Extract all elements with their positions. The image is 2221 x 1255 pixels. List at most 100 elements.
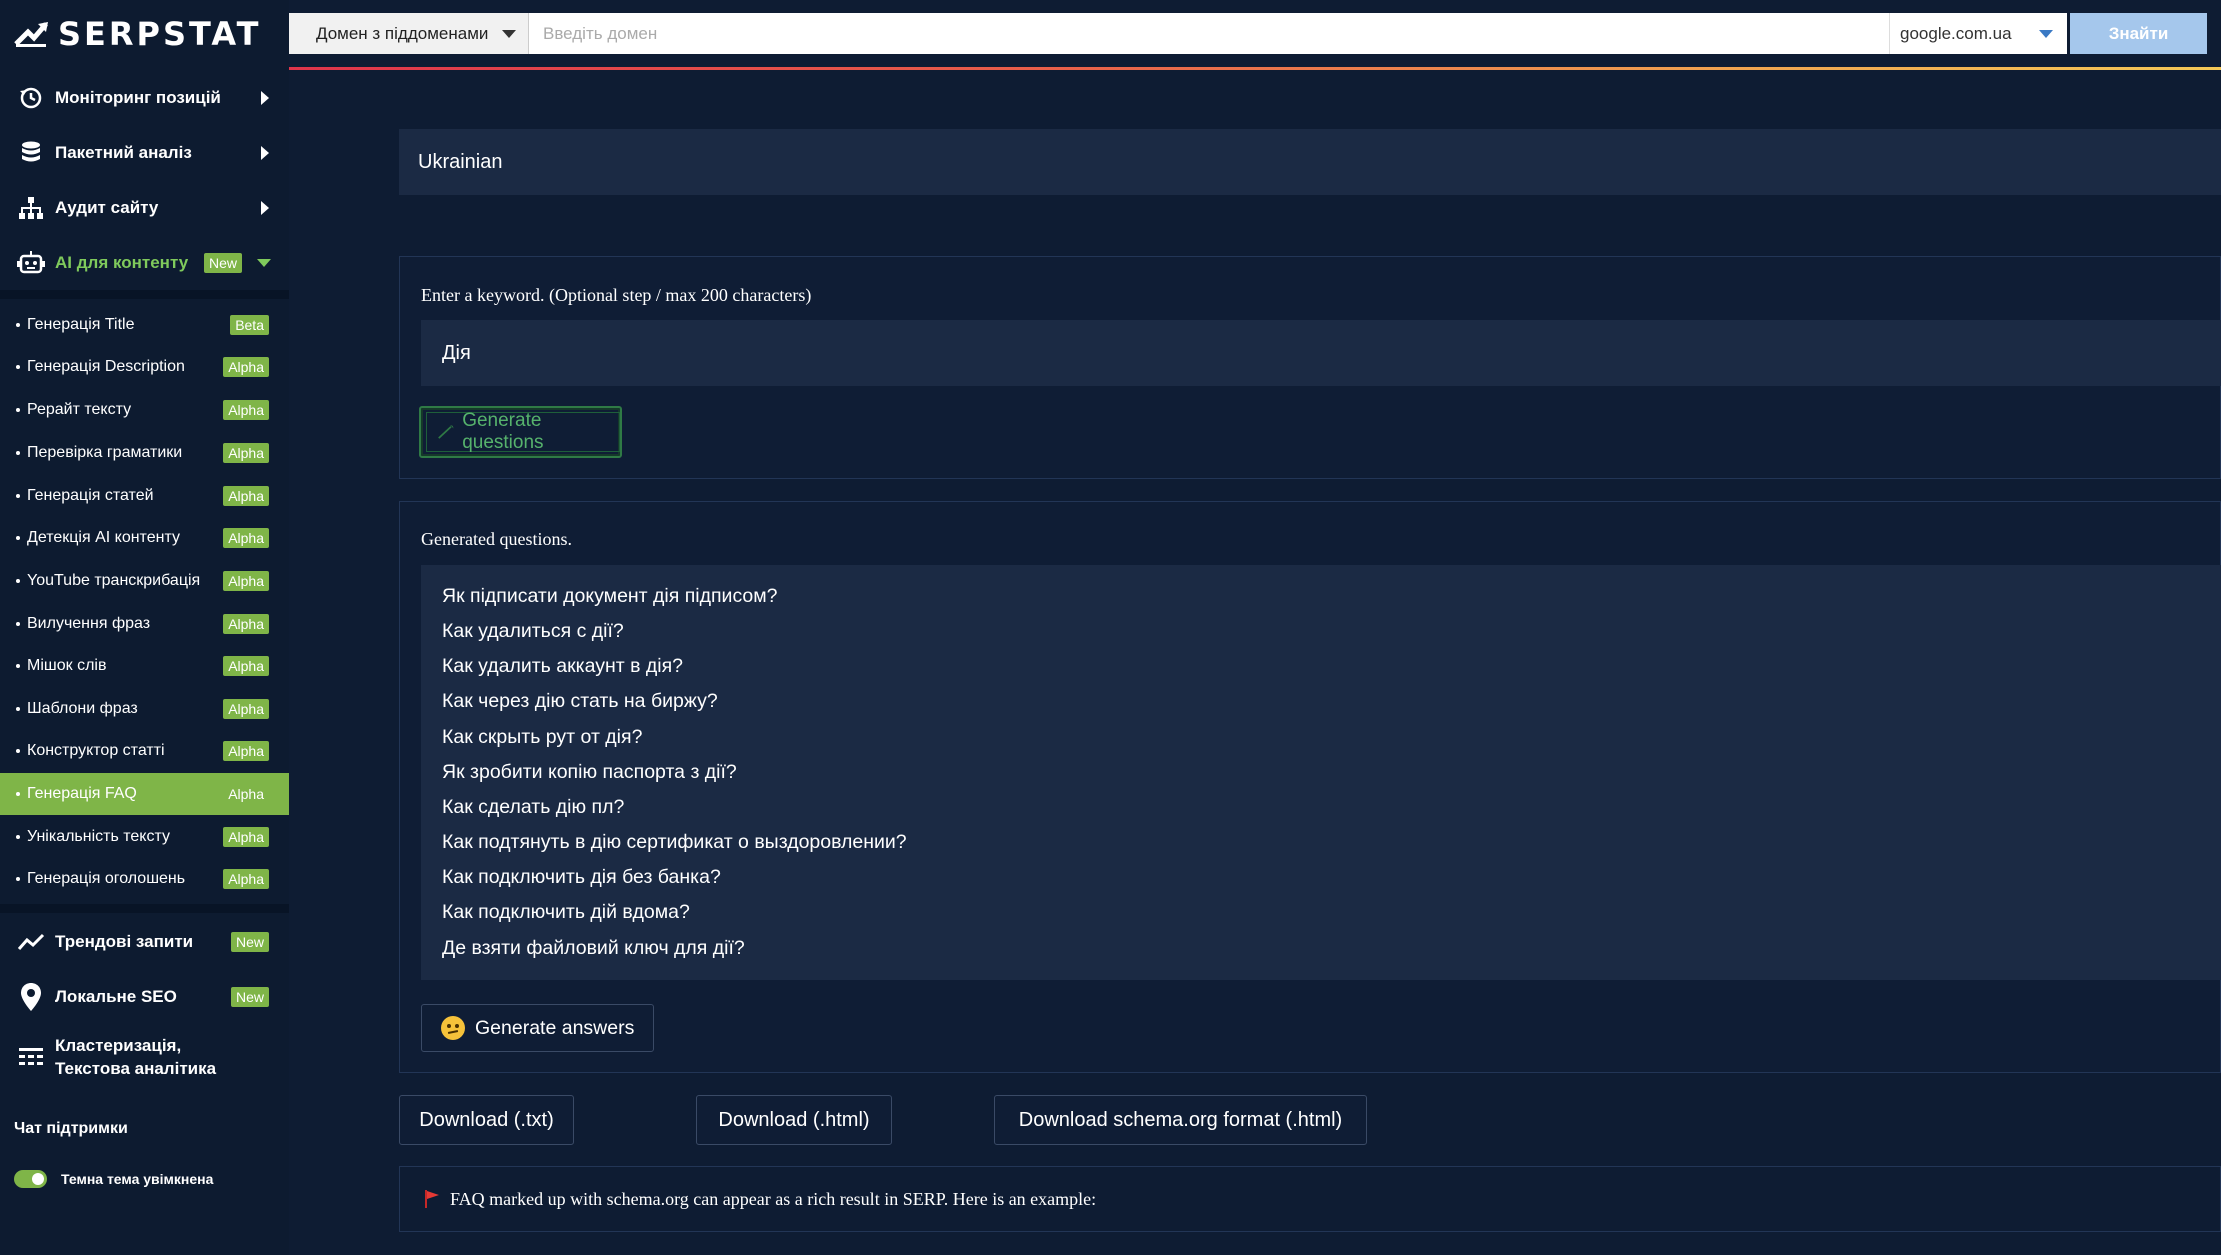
nav-item-label: Пакетний аналіз [55,142,192,162]
theme-toggle-label: Темна тема увімкнена [61,1171,214,1187]
sub-item-label: Генерація FAQ [27,785,137,802]
sub-item-label: Генерація Title [27,316,135,333]
label-line-1: Кластеризація, [55,1036,182,1055]
question-line: Как удалить аккаунт в дія? [442,655,683,677]
schema-info-box: FAQ marked up with schema.org can appear… [399,1166,2221,1232]
robot-icon [16,248,46,278]
download-schema-button[interactable]: Download schema.org format (.html) [994,1095,1367,1145]
nav-item-label: Локальне SEO [55,986,177,1006]
scope-select[interactable]: Домен з піддоменами [289,13,529,54]
sub-item-label: Генерація Description [27,358,185,375]
gradient-divider [289,67,2221,70]
theme-toggle-row[interactable]: Темна тема увімкнена [14,1170,213,1188]
magic-wand-icon [438,425,454,439]
generate-answers-button[interactable]: Generate answers [421,1004,654,1052]
separator [0,290,289,299]
nav-item-local-seo[interactable]: Локальне SEO New [0,969,289,1024]
sub-item-label: Генерація статей [27,487,154,504]
keyword-prompt-label: Enter a keyword. (Optional step / max 20… [421,285,812,305]
generated-questions-label: Generated questions. [421,529,572,549]
alpha-badge: Alpha [228,786,264,802]
bullet-dot [16,451,20,455]
question-line: Як підписати документ дія підписом? [442,585,778,607]
label-line-2: Текстова аналітика [55,1059,217,1078]
nav-item-position-monitoring[interactable]: Моніторинг позицій [0,70,289,125]
nav-item-trending-queries[interactable]: Трендові запити New [0,914,289,969]
serpstat-logo-icon [14,22,48,47]
chevron-right-icon [261,145,269,160]
question-line: Як зробити копію паспорта з дії? [442,761,737,783]
nav-item-label: Моніторинг позицій [55,87,221,107]
sub-item-rewrite[interactable]: Рерайт тексту Alpha [0,389,289,431]
nav-item-label: Трендові запити [55,931,194,951]
top-search-bar: Домен з піддоменами google.com.ua Знайти [289,0,2221,72]
generate-answers-label: Generate answers [475,1016,635,1039]
nav-item-site-audit[interactable]: Аудит сайту [0,180,289,235]
sub-item-label: Детекція AI контенту [27,529,180,546]
thinking-face-icon [441,1016,465,1040]
find-button[interactable]: Знайти [2070,13,2207,54]
language-select[interactable]: Ukrainian [399,129,2221,195]
sub-item-faq-generation[interactable]: Генерація FAQ Alpha [0,773,289,815]
bullet-dot [16,792,20,796]
nav-item-label: Аудит сайту [55,197,159,217]
sub-item-ad-generation[interactable]: Генерація оголошень Alpha [0,858,289,900]
bullet-dot [16,877,20,881]
sub-item-article-generation[interactable]: Генерація статей Alpha [0,475,289,517]
search-engine-select[interactable]: google.com.ua [1889,13,2067,54]
domain-input[interactable] [529,13,1889,54]
bullet-dot [16,536,20,540]
nav-item-batch-analysis[interactable]: Пакетний аналіз [0,125,289,180]
question-line: Де взяти файловий ключ для дії? [442,937,745,959]
nav-item-ai-content[interactable]: AI для контенту New [0,235,289,290]
red-flag-icon [425,1190,439,1208]
generate-questions-button[interactable]: Generate questions [419,406,622,458]
sub-item-description-generation[interactable]: Генерація Description Alpha [0,346,289,388]
sub-item-phrase-extraction[interactable]: Вилучення фраз Alpha [0,603,289,645]
question-line: Как подключить дій вдома? [442,901,690,923]
alpha-badge: Alpha [223,528,269,548]
question-line: Как удалиться с дії? [442,620,624,642]
sub-item-ai-detection[interactable]: Детекція AI контенту Alpha [0,517,289,559]
new-badge: New [204,252,243,273]
sub-item-bag-of-words[interactable]: Мішок слів Alpha [0,645,289,687]
logo[interactable]: SERPSTAT [14,14,262,54]
database-icon [16,138,46,168]
sub-item-label: Мішок слів [27,657,107,674]
sub-item-youtube-transcription[interactable]: YouTube транскрибація Alpha [0,560,289,602]
caret-down-icon [2039,30,2053,38]
keyword-input[interactable]: Дія [421,320,2221,386]
question-line: Как сделать дію пл? [442,796,625,818]
sub-item-article-builder[interactable]: Конструктор статті Alpha [0,730,289,772]
download-html-button[interactable]: Download (.html) [696,1095,892,1145]
questions-textarea[interactable]: Як підписати документ дія підписом? Как … [421,565,2221,980]
alpha-badge: Alpha [223,486,269,506]
sub-item-grammar-check[interactable]: Перевірка граматики Alpha [0,432,289,474]
bullet-dot [16,664,20,668]
trend-line-icon [16,927,46,957]
theme-toggle[interactable] [14,1170,47,1188]
sub-item-label: Перевірка граматики [27,444,183,461]
question-line: Как скрыть рут от дія? [442,726,643,748]
download-txt-button[interactable]: Download (.txt) [399,1095,574,1145]
nav-item-clustering[interactable]: Кластеризація, Текстова аналітика [0,1030,289,1084]
alpha-badge: Alpha [223,400,269,420]
schema-info-text: FAQ marked up with schema.org can appear… [450,1188,1097,1209]
sub-item-label: YouTube транскрибація [27,572,201,589]
sub-item-text-uniqueness[interactable]: Унікальність тексту Alpha [0,816,289,858]
sub-item-label: Вилучення фраз [27,615,151,632]
support-chat-link[interactable]: Чат підтримки [14,1120,128,1138]
sub-item-title-generation[interactable]: Генерація Title Beta [0,304,289,346]
alpha-badge: Alpha [223,571,269,591]
bullet-dot [16,408,20,412]
alpha-badge: Alpha [223,741,269,761]
sub-item-label: Генерація оголошень [27,870,186,887]
sub-item-phrase-templates[interactable]: Шаблони фраз Alpha [0,688,289,730]
history-icon [16,83,46,113]
question-line: Как подключить дія без банка? [442,866,721,888]
new-badge: New [230,931,269,952]
clustering-icon [16,1042,46,1072]
nav-item-label: Кластеризація, Текстова аналітика [55,1034,216,1080]
bullet-dot [16,323,20,327]
questions-panel: Generated questions. Як підписати докуме… [399,501,2221,1073]
